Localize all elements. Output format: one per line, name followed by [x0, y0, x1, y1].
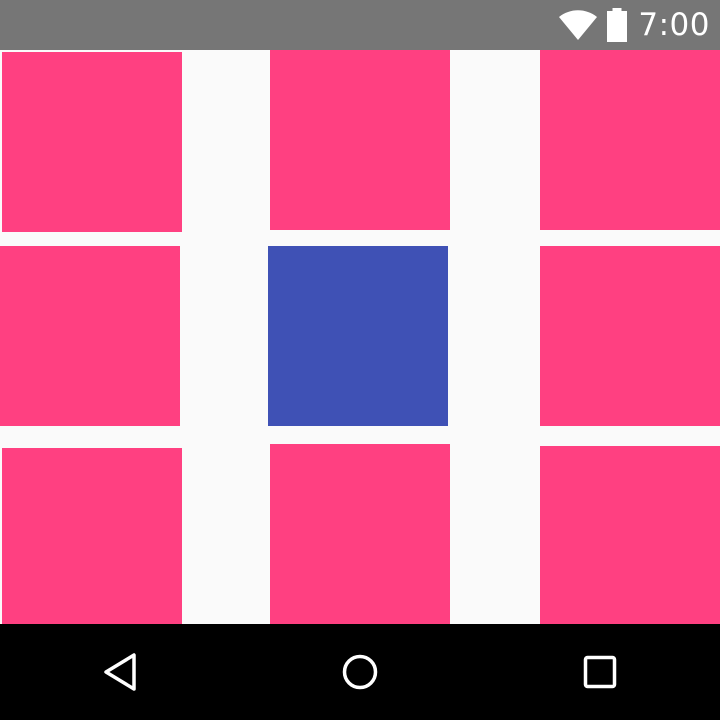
tile-center[interactable] [268, 246, 448, 426]
home-button[interactable] [300, 624, 420, 720]
tile-bottom-left[interactable] [2, 448, 182, 624]
navigation-bar [0, 624, 720, 720]
tile-top-center[interactable] [270, 50, 450, 230]
home-icon [342, 654, 378, 690]
tile-bottom-center[interactable] [270, 444, 450, 624]
tile-grid [0, 50, 720, 624]
recents-button[interactable] [540, 624, 660, 720]
device-screen: 7:00 [0, 0, 720, 720]
back-icon [104, 653, 136, 691]
tile-middle-right[interactable] [540, 246, 720, 426]
tile-top-left[interactable] [2, 52, 182, 232]
status-time: 7:00 [638, 7, 710, 43]
recents-icon [583, 655, 617, 689]
battery-icon [607, 8, 628, 42]
wifi-icon [559, 10, 598, 40]
status-bar: 7:00 [0, 0, 720, 50]
back-button[interactable] [60, 624, 180, 720]
status-icons: 7:00 [558, 0, 710, 50]
tile-middle-left[interactable] [0, 246, 180, 426]
tile-top-right[interactable] [540, 50, 720, 230]
tile-bottom-right[interactable] [540, 446, 720, 624]
